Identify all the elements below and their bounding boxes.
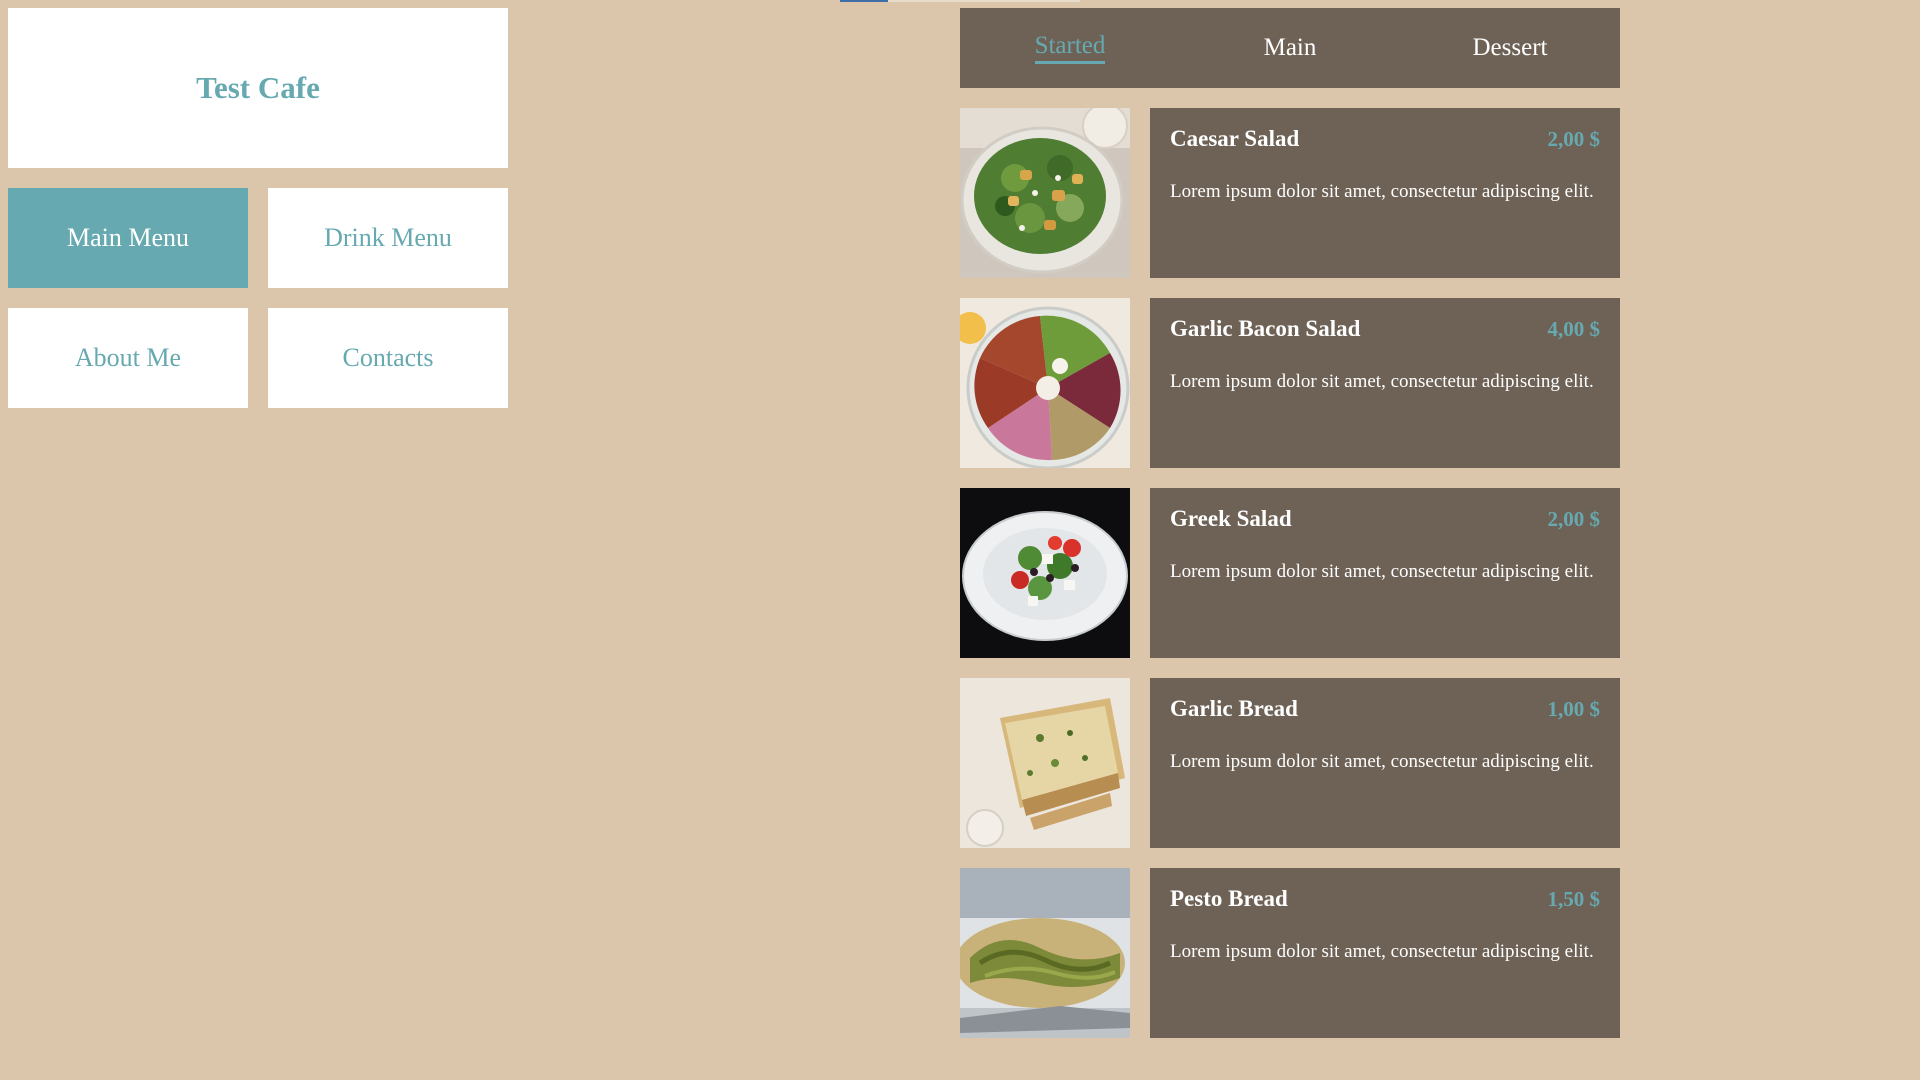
item-name: Garlic Bacon Salad [1170,316,1361,341]
item-description: Lorem ipsum dolor sit amet, consectetur … [1170,181,1594,202]
tab-label: Started [1034,32,1106,64]
page: Test Cafe Main Menu Drink Menu About Me … [0,0,1920,1080]
main-menu-button[interactable]: Main Menu [8,188,248,288]
tab-label: Dessert [1472,33,1548,61]
item-name: Caesar Salad [1170,126,1300,151]
menu-item-card: Pesto Bread 1,50 $ Lorem ipsum dolor sit… [1150,868,1620,1038]
item-description: Lorem ipsum dolor sit amet, consectetur … [1170,941,1594,962]
item-name: Pesto Bread [1170,886,1288,911]
list-item: Garlic Bacon Salad 4,00 $ Lorem ipsum do… [960,298,1620,468]
scroll-indicator [840,0,888,2]
item-price: 2,00 $ [1547,507,1601,531]
caesar-salad-photo [960,108,1130,278]
list-item: Caesar Salad 2,00 $ Lorem ipsum dolor si… [960,108,1620,278]
greek-salad-photo [960,488,1130,658]
list-item: Greek Salad 2,00 $ Lorem ipsum dolor sit… [960,488,1620,658]
about-me-button[interactable]: About Me [8,308,248,408]
item-description: Lorem ipsum dolor sit amet, consectetur … [1170,561,1594,582]
brand-title: Test Cafe [196,70,320,105]
item-price: 4,00 $ [1547,317,1601,341]
item-price: 1,00 $ [1547,697,1601,721]
item-description: Lorem ipsum dolor sit amet, consectetur … [1170,751,1594,772]
drink-menu-button[interactable]: Drink Menu [268,188,508,288]
item-name: Greek Salad [1170,506,1292,531]
list-item: Pesto Bread 1,50 $ Lorem ipsum dolor sit… [960,868,1620,1038]
list-item: Garlic Bread 1,00 $ Lorem ipsum dolor si… [960,678,1620,848]
garlic-bacon-salad-photo [960,298,1130,468]
menu-item-card: Garlic Bacon Salad 4,00 $ Lorem ipsum do… [1150,298,1620,468]
scroll-indicator-track [888,0,1080,2]
item-name: Garlic Bread [1170,696,1298,721]
pesto-bread-photo [960,868,1130,1038]
tab-dessert[interactable]: Dessert [1400,34,1620,63]
item-price: 1,50 $ [1547,887,1601,911]
menu-item-card: Caesar Salad 2,00 $ Lorem ipsum dolor si… [1150,108,1620,278]
tab-started[interactable]: Started [960,32,1180,64]
item-description: Lorem ipsum dolor sit amet, consectetur … [1170,371,1594,392]
menu-item-card: Garlic Bread 1,00 $ Lorem ipsum dolor si… [1150,678,1620,848]
item-price: 2,00 $ [1547,127,1601,151]
menu-item-card: Greek Salad 2,00 $ Lorem ipsum dolor sit… [1150,488,1620,658]
tab-main[interactable]: Main [1180,34,1400,63]
tab-label: Main [1263,33,1317,61]
menu-tabs: Started Main Dessert [960,8,1620,88]
garlic-bread-photo [960,678,1130,848]
contacts-button[interactable]: Contacts [268,308,508,408]
brand-header: Test Cafe [8,8,508,168]
